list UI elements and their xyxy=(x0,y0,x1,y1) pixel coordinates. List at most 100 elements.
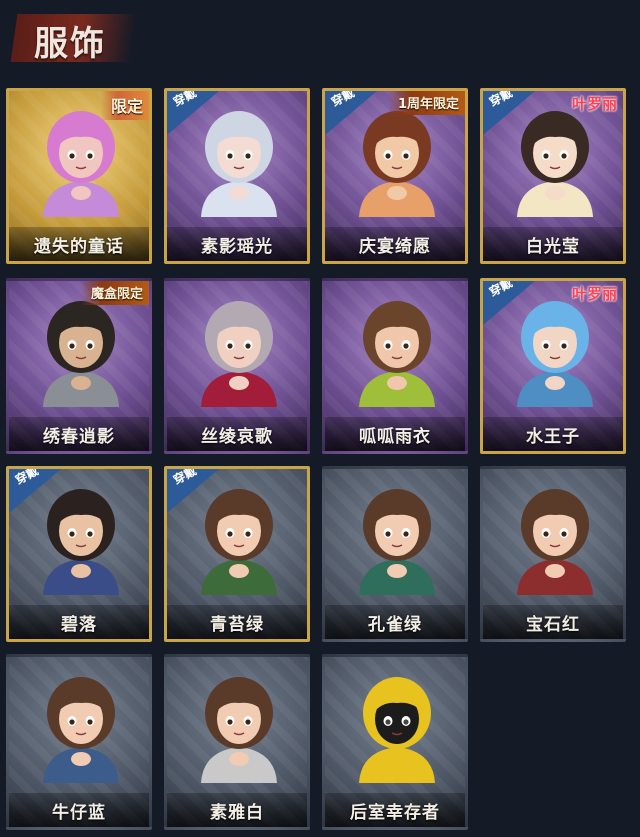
costume-card[interactable]: 牛仔蓝 xyxy=(6,654,152,830)
costume-card[interactable]: 魔盒限定绣春逍影 xyxy=(6,278,152,454)
pupil-left xyxy=(227,153,233,159)
pupil-right xyxy=(403,153,409,159)
costume-name: 素影瑶光 xyxy=(201,236,273,257)
corner-tag: 魔盒限定 xyxy=(80,281,149,305)
costume-name: 青苔绿 xyxy=(210,614,264,635)
costume-name: 宝石红 xyxy=(526,614,580,635)
costume-card[interactable]: 孔雀绿 xyxy=(322,466,468,642)
costume-card[interactable]: 素雅白 xyxy=(164,654,310,830)
hands xyxy=(71,564,91,578)
pupil-right xyxy=(403,719,409,725)
pupil-left xyxy=(385,719,391,725)
character-portrait xyxy=(359,677,435,783)
wearing-badge: 穿戴 xyxy=(483,281,535,325)
costume-label-bar: 牛仔蓝 xyxy=(9,793,149,827)
pupil-right xyxy=(245,153,251,159)
costume-card[interactable]: 穿戴 叶罗丽水王子 xyxy=(480,278,626,454)
costume-label-bar: 素雅白 xyxy=(167,793,307,827)
costume-name: 丝绫哀歌 xyxy=(201,426,273,447)
character-portrait xyxy=(517,489,593,595)
costume-name: 水王子 xyxy=(526,426,580,447)
costume-label-bar: 碧落 xyxy=(9,605,149,639)
costume-label-bar: 孔雀绿 xyxy=(325,605,465,639)
pupil-right xyxy=(561,531,567,537)
hands xyxy=(71,186,91,200)
costume-label-bar: 素影瑶光 xyxy=(167,227,307,261)
costume-name: 素雅白 xyxy=(210,802,264,823)
pupil-left xyxy=(227,531,233,537)
costume-card[interactable]: 穿戴 青苔绿 xyxy=(164,466,310,642)
corner-tag: 1周年限定 xyxy=(387,91,465,115)
hands xyxy=(229,752,249,766)
costume-name: 白光莹 xyxy=(526,236,580,257)
corner-tag: 叶罗丽 xyxy=(571,285,617,303)
character-portrait xyxy=(43,677,119,783)
costume-card[interactable]: 穿戴 叶罗丽白光莹 xyxy=(480,88,626,264)
pupil-right xyxy=(403,531,409,537)
pupil-right xyxy=(87,153,93,159)
hands xyxy=(229,564,249,578)
costume-label-bar: 庆宴绮愿 xyxy=(325,227,465,261)
costume-label-bar: 丝绫哀歌 xyxy=(167,417,307,451)
character-portrait xyxy=(359,489,435,595)
pupil-right xyxy=(245,343,251,349)
wearing-badge: 穿戴 xyxy=(325,91,377,135)
pupil-left xyxy=(385,153,391,159)
wearing-badge: 穿戴 xyxy=(167,91,219,135)
hands xyxy=(545,564,565,578)
pupil-left xyxy=(227,719,233,725)
character-portrait xyxy=(201,301,277,407)
character-portrait xyxy=(201,677,277,783)
hands xyxy=(387,752,407,766)
costume-name: 庆宴绮愿 xyxy=(359,236,431,257)
wearing-badge: 穿戴 xyxy=(483,91,535,135)
pupil-left xyxy=(69,153,75,159)
hands xyxy=(387,564,407,578)
costume-card[interactable]: 呱呱雨衣 xyxy=(322,278,468,454)
costume-card[interactable]: 穿戴 碧落 xyxy=(6,466,152,642)
costume-name: 绣春逍影 xyxy=(43,426,115,447)
pupil-right xyxy=(87,343,93,349)
hands xyxy=(387,376,407,390)
costume-card[interactable]: 限定遗失的童话 xyxy=(6,88,152,264)
pupil-left xyxy=(543,531,549,537)
corner-tag: 限定 xyxy=(100,91,149,120)
pupil-right xyxy=(561,153,567,159)
pupil-left xyxy=(543,153,549,159)
page-title: 服饰 xyxy=(34,24,106,64)
pupil-left xyxy=(385,531,391,537)
costume-name: 牛仔蓝 xyxy=(52,802,106,823)
pupil-right xyxy=(245,531,251,537)
pupil-right xyxy=(87,531,93,537)
costume-name: 遗失的童话 xyxy=(34,236,124,257)
costume-label-bar: 水王子 xyxy=(483,417,623,451)
hands xyxy=(229,376,249,390)
character-portrait xyxy=(43,301,119,407)
costume-label-bar: 后室幸存者 xyxy=(325,793,465,827)
pupil-right xyxy=(561,343,567,349)
header: 服饰 xyxy=(0,0,640,90)
hands xyxy=(71,752,91,766)
costume-label-bar: 呱呱雨衣 xyxy=(325,417,465,451)
pupil-left xyxy=(69,531,75,537)
costume-name: 呱呱雨衣 xyxy=(359,426,431,447)
character-portrait xyxy=(359,301,435,407)
costume-name: 碧落 xyxy=(61,614,97,635)
costume-card[interactable]: 丝绫哀歌 xyxy=(164,278,310,454)
pupil-left xyxy=(69,343,75,349)
costume-card[interactable]: 后室幸存者 xyxy=(322,654,468,830)
costume-card[interactable]: 穿戴素影瑶光 xyxy=(164,88,310,264)
corner-tag: 叶罗丽 xyxy=(571,95,617,113)
hands xyxy=(229,186,249,200)
costume-card[interactable]: 穿戴 1周年限定庆宴绮愿 xyxy=(322,88,468,264)
character-portrait xyxy=(43,111,119,217)
hands xyxy=(545,376,565,390)
costume-card[interactable]: 宝石红 xyxy=(480,466,626,642)
costume-name: 后室幸存者 xyxy=(350,802,440,823)
hands xyxy=(545,186,565,200)
costume-label-bar: 遗失的童话 xyxy=(9,227,149,261)
pupil-left xyxy=(227,343,233,349)
pupil-right xyxy=(87,719,93,725)
hands xyxy=(387,186,407,200)
pupil-left xyxy=(543,343,549,349)
